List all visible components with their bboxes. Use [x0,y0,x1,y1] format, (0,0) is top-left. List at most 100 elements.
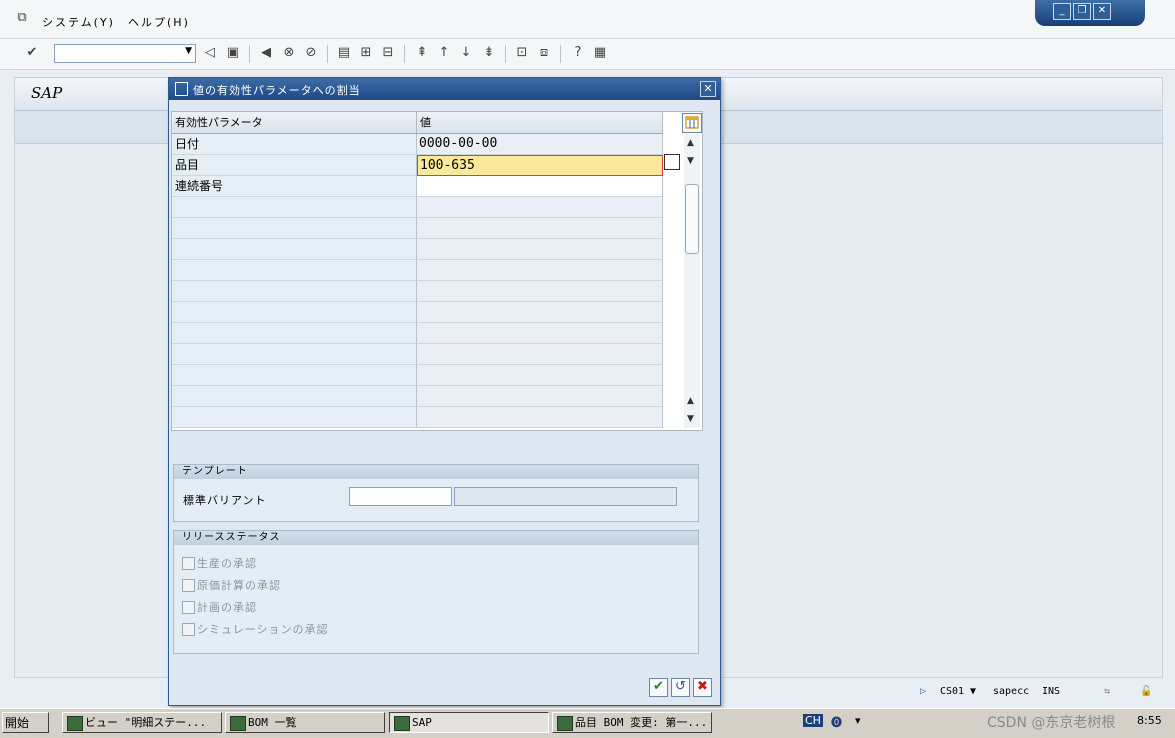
column-header-param[interactable]: 有効性パラメータ [172,112,417,133]
standard-variant-input[interactable] [349,487,452,506]
enter-icon[interactable]: ✔ [24,45,40,61]
cancel-button[interactable]: ✖ [693,678,712,697]
next-page-icon[interactable]: ↓ [458,45,474,61]
template-group: テンプレート 標準バリアント [173,464,699,522]
table-row: 連続番号 [172,176,663,197]
continue-button[interactable]: ✔ [649,678,668,697]
last-page-icon[interactable]: ⇟ [481,45,497,61]
close-icon[interactable]: ✕ [1093,3,1111,20]
value-cell[interactable] [417,176,663,197]
value-help-icon[interactable] [664,154,680,170]
new-session-icon[interactable]: ⊡ [514,45,530,61]
command-field[interactable]: ▼ [54,44,196,63]
empty-cell [172,260,417,281]
menu-bar: ⧉ システム(Y) ヘルプ(H) _ ❐ ✕ [0,0,1175,39]
menu-help[interactable]: ヘルプ(H) [128,14,190,30]
scroll-down-icon[interactable]: ▼ [687,156,694,166]
back-arrow-icon[interactable]: ◁ [202,45,218,61]
empty-cell [172,239,417,260]
dialog-close-icon[interactable]: ✕ [700,81,716,97]
screen-title: SAP [31,84,63,102]
status-dropdown-icon[interactable]: ▼ [970,686,976,697]
value-cell[interactable]: 0000-00-00 [417,134,663,155]
taskbar-task[interactable]: BOM 一覧 [225,712,385,733]
start-label: 開始 [5,716,30,730]
checkbox-label: シミュレーションの承認 [197,623,329,636]
scroll-top-icon[interactable]: ▲ [687,138,694,148]
param-cell: 連続番号 [172,176,417,197]
table-row [172,281,663,302]
status-mode: INS [1042,686,1061,697]
toolbar-separator [505,45,506,63]
menu-icon[interactable]: ⧉ [14,10,30,26]
empty-cell [417,302,663,323]
empty-cell [417,365,663,386]
empty-cell [417,197,663,218]
shortcut-icon[interactable]: ⧈ [536,45,552,61]
release-status-group: リリースステータス 生産の承認 原価計算の承認 計画の承認 シミュレーションの承… [173,530,699,654]
cancel-icon[interactable]: ⊘ [303,45,319,61]
empty-cell [417,218,663,239]
table-row [172,239,663,260]
taskbar-task[interactable]: ビュー "明細ステー... [62,712,222,733]
taskbar-task[interactable]: 品目 BOM 変更: 第一... [552,712,712,733]
status-expand-icon[interactable]: ▷ [920,686,926,697]
sap-window-icon [557,716,573,731]
checkbox-box[interactable] [182,601,195,614]
empty-cell [417,260,663,281]
prev-page-icon[interactable]: ↑ [436,45,452,61]
table-row [172,197,663,218]
print-icon[interactable]: ▤ [336,45,352,61]
column-header-value[interactable]: 値 [417,112,663,133]
ime-icon[interactable]: ▾ [855,714,861,727]
effectivity-dialog: 値の有効性パラメータへの割当 ✕ 有効性パラメータ 値 日付 0000-00-0… [168,77,721,706]
toolbar-separator [560,45,561,63]
status-server: sapecc [993,686,1030,697]
taskbar-task[interactable]: SAP [389,712,549,733]
scroll-up-icon[interactable]: ▲ [687,396,694,406]
empty-cell [172,323,417,344]
scroll-thumb[interactable] [685,184,699,254]
menu-system[interactable]: システム(Y) [42,14,115,30]
param-cell: 品目 [172,155,417,176]
watermark: CSDN @东京老树根 [987,715,1116,731]
table-row [172,260,663,281]
material-value-input[interactable]: 100-635 [417,155,663,176]
scroll-bottom-icon[interactable]: ▼ [687,414,694,424]
restore-icon[interactable]: ❐ [1073,3,1091,20]
checkbox-box[interactable] [182,557,195,570]
save-icon[interactable]: ▣ [225,45,241,61]
save-variant-button[interactable]: ↺ [671,678,690,697]
table-layout-icon[interactable] [682,113,702,133]
help-tray-icon[interactable]: ⓿ [831,714,842,730]
system-tray: CH ⓿ ▾ CSDN @东京老树根 8:55 [795,712,1175,733]
language-indicator[interactable]: CH [803,714,823,727]
toolbar-separator [249,45,250,63]
start-button[interactable]: 開始 [2,712,49,733]
find-next-icon[interactable]: ⊟ [380,45,396,61]
standard-variant-description [454,487,677,506]
exit-icon[interactable]: ⊗ [281,45,297,61]
empty-cell [172,344,417,365]
table-row [172,218,663,239]
minimize-icon[interactable]: _ [1053,3,1071,20]
back-icon[interactable]: ◀ [258,45,274,61]
layout-menu-icon[interactable]: ▦ [592,45,608,61]
release-status-group-title: リリースステータス [174,531,698,545]
sap-window-icon [394,716,410,731]
empty-cell [172,365,417,386]
help-icon[interactable]: ? [570,45,586,61]
table-scrollbar[interactable]: ▲ ▼ ▲ ▼ [684,134,700,428]
clock: 8:55 [1137,714,1162,727]
chevron-down-icon[interactable]: ▼ [185,46,192,56]
empty-cell [417,386,663,407]
empty-cell [172,281,417,302]
find-icon[interactable]: ⊞ [358,45,374,61]
checkbox-box[interactable] [182,623,195,636]
toolbar-separator [327,45,328,63]
first-page-icon[interactable]: ⇞ [414,45,430,61]
table-row [172,344,663,365]
checkbox-box[interactable] [182,579,195,592]
dialog-title: 値の有効性パラメータへの割当 [193,84,361,97]
status-connection-icon: ⇆ [1104,686,1111,697]
